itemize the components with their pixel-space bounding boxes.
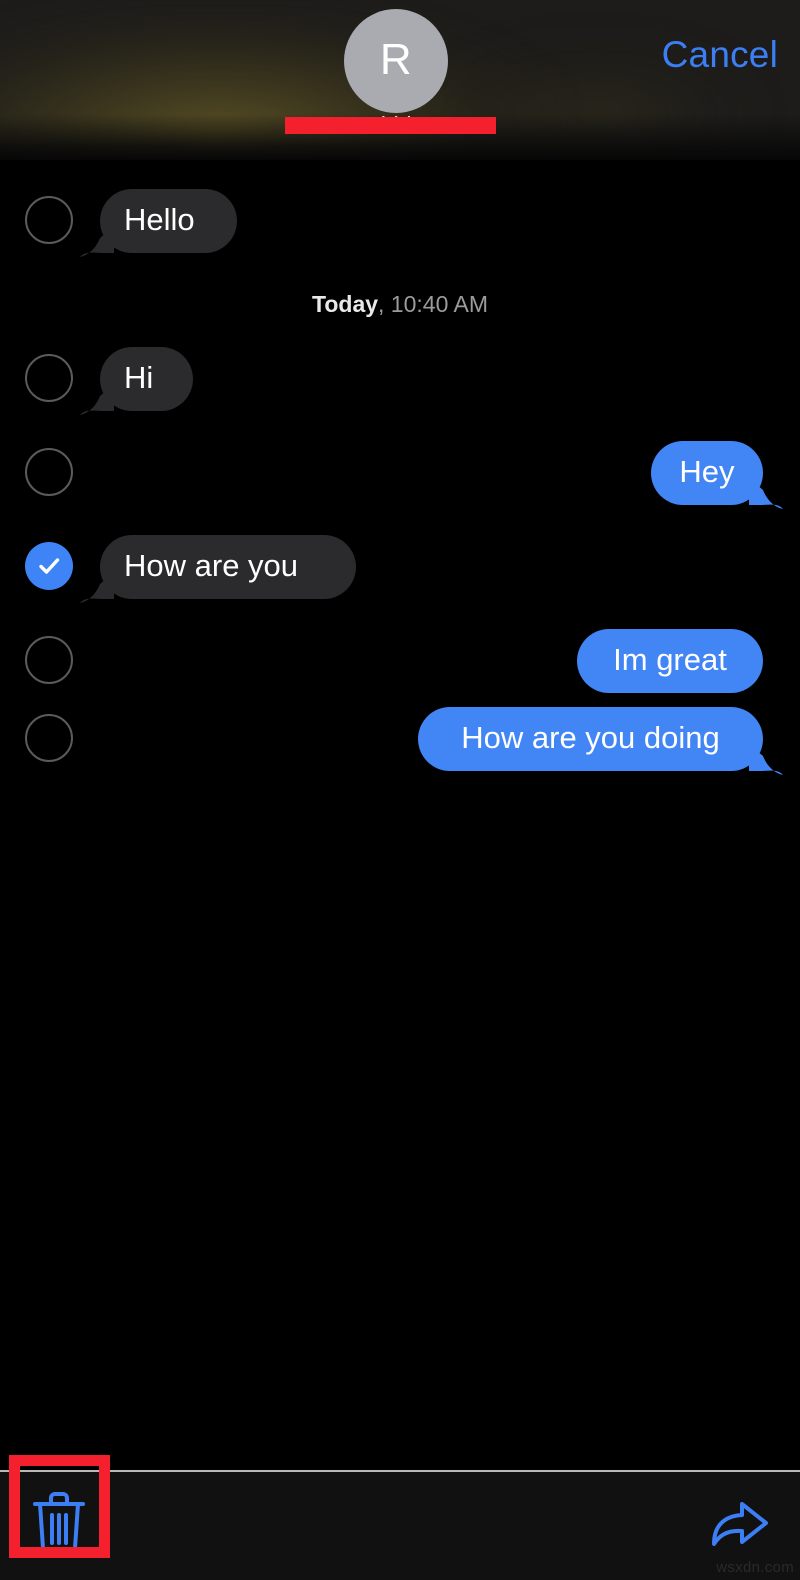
- message-text: Hi: [124, 360, 154, 395]
- checkbox-selected[interactable]: [25, 542, 73, 590]
- message-text: Hey: [679, 454, 735, 489]
- message-timestamp: Today, 10:40 AM: [0, 293, 800, 316]
- checkbox-unselected[interactable]: [25, 636, 73, 684]
- timestamp-time: , 10:40 AM: [378, 291, 488, 317]
- message-list[interactable]: Today, 10:40 AM Hello Hi Hey How are you Im …: [0, 160, 800, 1470]
- message-bubble-outgoing[interactable]: Im great: [577, 629, 763, 693]
- redaction-bar: [285, 117, 496, 134]
- conversation-header: R Rashida Do Cancel: [0, 0, 800, 160]
- cancel-button[interactable]: Cancel: [662, 34, 778, 76]
- checkbox-unselected[interactable]: [25, 448, 73, 496]
- message-text: How are you: [124, 548, 299, 583]
- forward-button[interactable]: [706, 1490, 772, 1556]
- selection-toolbar: wsxdn.com: [0, 1470, 800, 1580]
- message-bubble-outgoing[interactable]: How are you doing: [418, 707, 763, 771]
- checkbox-unselected[interactable]: [25, 354, 73, 402]
- message-bubble-incoming[interactable]: How are you: [100, 535, 356, 599]
- message-text: Hello: [124, 202, 195, 237]
- avatar[interactable]: R: [344, 9, 448, 113]
- message-bubble-outgoing[interactable]: Hey: [651, 441, 763, 505]
- timestamp-day: Today: [312, 291, 379, 317]
- message-bubble-incoming[interactable]: Hello: [100, 189, 237, 253]
- message-bubble-incoming[interactable]: Hi: [100, 347, 193, 411]
- messages-app-screen: R Rashida Do Cancel Today, 10:40 AM Hell…: [0, 0, 800, 1580]
- message-text: How are you doing: [461, 720, 720, 755]
- checkbox-unselected[interactable]: [25, 196, 73, 244]
- checkbox-unselected[interactable]: [25, 714, 73, 762]
- message-text: Im great: [613, 642, 727, 677]
- avatar-initial: R: [379, 35, 413, 84]
- delete-button[interactable]: [30, 1488, 88, 1558]
- watermark: wsxdn.com: [716, 1559, 794, 1576]
